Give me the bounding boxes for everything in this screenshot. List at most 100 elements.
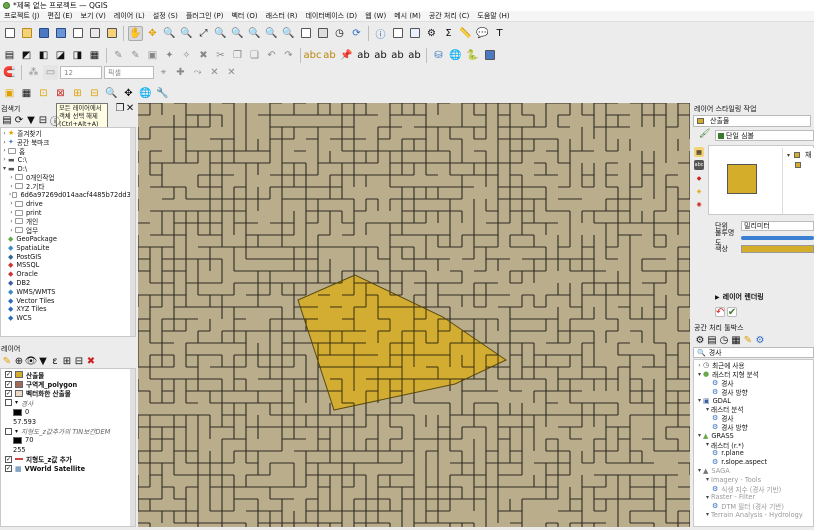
- browser-item[interactable]: ▾ ▬ D:\: [1, 164, 135, 173]
- style-manager-icon[interactable]: [104, 26, 119, 41]
- python-icon[interactable]: 🐍: [465, 48, 480, 63]
- browser-item[interactable]: ◆ WCS: [1, 314, 135, 323]
- color-button[interactable]: [741, 245, 814, 253]
- filter-legend-icon[interactable]: ▼: [38, 356, 48, 367]
- processing-item[interactable]: ▾ Raster - Filter: [694, 493, 813, 502]
- select-all-icon[interactable]: ⊞: [70, 86, 85, 101]
- layer-item[interactable]: 57.593: [1, 417, 135, 426]
- pan-map-icon[interactable]: ✥: [121, 86, 136, 101]
- select-expression-icon[interactable]: ⊡: [36, 86, 51, 101]
- new-temporary-layer-icon[interactable]: ◨: [70, 48, 85, 63]
- processing-item[interactable]: ⚙ 경사 방향: [694, 387, 813, 396]
- expand-arrow-icon[interactable]: ›: [1, 130, 8, 137]
- undo-style-icon[interactable]: ↶: [715, 307, 725, 318]
- label-style-icon[interactable]: ab: [322, 48, 337, 63]
- processing-item[interactable]: ▾ ● 래스터 지형 분석: [694, 370, 813, 378]
- browser-item[interactable]: › ★ 즐겨찾기: [1, 129, 135, 137]
- temporal-controller-icon[interactable]: ◷: [332, 26, 347, 41]
- change-label-icon[interactable]: ab: [407, 48, 422, 63]
- processing-item[interactable]: ▾ ▲ SAGA: [694, 467, 813, 476]
- save-edits-icon[interactable]: ▣: [145, 48, 160, 63]
- undo-icon[interactable]: ↶: [264, 48, 279, 63]
- layer-visibility-checkbox[interactable]: ✓: [5, 389, 12, 397]
- menu-item-12[interactable]: 도움말 (H): [473, 11, 513, 21]
- browser-item[interactable]: › ✦ 공간 북마크: [1, 138, 135, 146]
- browser-item[interactable]: › 홈: [1, 147, 135, 155]
- magnet-icon[interactable]: 🧲: [2, 65, 17, 80]
- zoom-native-icon[interactable]: 🔍: [247, 26, 262, 41]
- expand-arrow-icon[interactable]: ▾: [696, 467, 703, 474]
- expand-arrow-icon[interactable]: ▾: [696, 432, 703, 439]
- browser-item[interactable]: › print: [1, 208, 135, 217]
- zoom-full-icon[interactable]: ⤢: [196, 26, 211, 41]
- menu-item-2[interactable]: 보기 (V): [77, 11, 110, 21]
- layer-item[interactable]: ✓ 구역계_polygon: [1, 379, 135, 389]
- layer-item[interactable]: 0: [1, 408, 135, 417]
- processing-search[interactable]: 🔍 경사: [693, 347, 814, 358]
- processing-item[interactable]: ▾ 래스터 (r.*): [694, 440, 813, 449]
- layer-rendering-section[interactable]: ▶ 레이어 렌더링: [715, 292, 814, 302]
- zoom-out-icon[interactable]: 🔍: [179, 26, 194, 41]
- expand-arrow-icon[interactable]: ▾: [704, 476, 711, 483]
- edit-features-icon[interactable]: ✎: [743, 335, 753, 346]
- browser-item[interactable]: › 2.기타: [1, 182, 135, 191]
- new-shapefile-layer-icon[interactable]: ◧: [36, 48, 51, 63]
- expand-arrow-icon[interactable]: ▾: [696, 371, 703, 378]
- menu-item-8[interactable]: 데이터베이스 (D): [301, 11, 361, 21]
- refresh-browser-icon[interactable]: ⟳: [14, 115, 24, 126]
- tolerance-unit-select[interactable]: 픽셀: [104, 66, 154, 79]
- menu-item-3[interactable]: 레이어 (L): [110, 11, 149, 21]
- identify-icon[interactable]: ⓘ: [373, 26, 388, 41]
- processing-item[interactable]: ⚙ DTM 필터 (경사 기반): [694, 502, 813, 510]
- layer-visibility-checkbox[interactable]: ✓: [5, 465, 12, 473]
- processing-item[interactable]: › ◷ 최근에 사용: [694, 361, 813, 369]
- expand-arrow-icon[interactable]: ▾: [704, 511, 711, 518]
- browser-item[interactable]: › ▬ C:\: [1, 155, 135, 164]
- menu-item-9[interactable]: 웹 (W): [361, 11, 390, 21]
- unit-select[interactable]: 밀리미터: [741, 221, 814, 231]
- expand-arrow-icon[interactable]: ▾: [696, 397, 703, 404]
- 3d-tab-icon[interactable]: ◈: [694, 186, 704, 196]
- mask-tab-icon[interactable]: ◆: [694, 173, 704, 183]
- browser-item[interactable]: ◆ XYZ Tiles: [1, 305, 135, 314]
- processing-item[interactable]: ⚙ 경사: [694, 379, 813, 387]
- processing-item[interactable]: ⚙ 식생 지수 (경사 기반): [694, 484, 813, 493]
- processing-item[interactable]: ▾ Imagery - Tools: [694, 475, 813, 484]
- expand-arrow-icon[interactable]: ›: [8, 227, 15, 234]
- vertex-tool-icon[interactable]: ✧: [179, 48, 194, 63]
- processing-item[interactable]: ▾ ▲ GRASS: [694, 431, 813, 440]
- opacity-slider[interactable]: [741, 236, 814, 240]
- processing-item[interactable]: ⚙ r.slope.aspect: [694, 458, 813, 467]
- layer-visibility-checkbox[interactable]: ✓: [5, 380, 12, 388]
- zoom-in-icon[interactable]: 🔍: [162, 26, 177, 41]
- menu-item-1[interactable]: 편집 (E): [44, 11, 77, 21]
- select-features-icon[interactable]: ▣: [2, 86, 17, 101]
- browser-item[interactable]: ◆ Vector Tiles: [1, 296, 135, 305]
- browser-item[interactable]: ◆ PostGIS: [1, 252, 135, 261]
- layer-item[interactable]: 255: [1, 445, 135, 454]
- layer-visibility-checkbox[interactable]: ✓: [5, 455, 12, 463]
- zoom-last-icon[interactable]: 🔍: [264, 26, 279, 41]
- save-as-icon[interactable]: [53, 26, 68, 41]
- filter-browser-icon[interactable]: ▼: [26, 115, 36, 126]
- pin-labels-icon[interactable]: 📌: [339, 48, 354, 63]
- pan-icon[interactable]: ✋: [128, 25, 143, 41]
- browser-close-icon[interactable]: ✕: [126, 103, 134, 114]
- filter-expression-icon[interactable]: ε: [50, 356, 60, 367]
- snap-type-icon[interactable]: ⁂: [26, 65, 41, 80]
- menu-item-11[interactable]: 공간 처리 (C): [425, 11, 474, 21]
- copy-icon[interactable]: ❐: [230, 48, 245, 63]
- tracing-icon[interactable]: ⤳: [190, 65, 205, 80]
- expand-arrow-icon[interactable]: ›: [1, 147, 8, 154]
- browser-scrollbar[interactable]: [130, 128, 135, 336]
- snapping-misc-icon[interactable]: ✕: [224, 65, 239, 80]
- zoom-in-selection-icon[interactable]: 🔍: [104, 86, 119, 101]
- expand-arrow-icon[interactable]: ▾: [704, 406, 711, 413]
- topological-editing-icon[interactable]: ⌖: [156, 65, 171, 80]
- earth-icon[interactable]: 🌐: [448, 48, 463, 63]
- db-manager-icon[interactable]: ⛁: [431, 48, 446, 63]
- menu-item-7[interactable]: 래스터 (R): [262, 11, 302, 21]
- new-geopackage-layer-icon[interactable]: ◩: [19, 48, 34, 63]
- add-group-icon[interactable]: ⊕: [14, 356, 24, 367]
- snap-tolerance-icon[interactable]: ▭: [43, 65, 58, 80]
